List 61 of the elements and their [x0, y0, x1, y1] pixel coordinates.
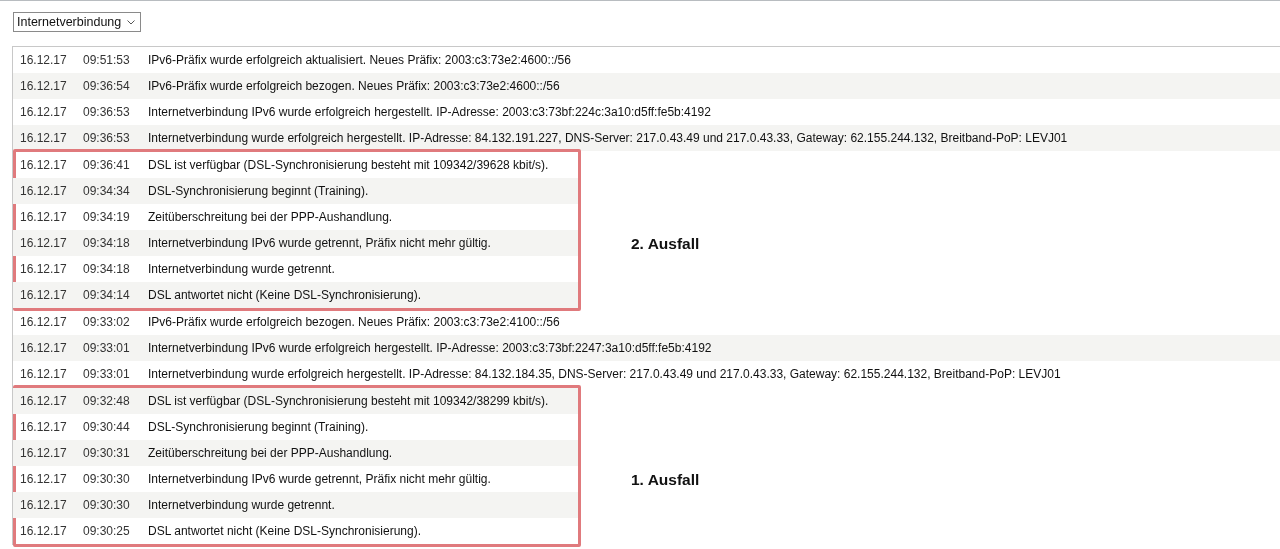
log-message: Zeitüberschreitung bei der PPP-Aushandlung.: [148, 446, 393, 460]
log-message: Zeitüberschreitung bei der PPP-Aushandlung.: [148, 210, 393, 224]
log-time: 09:30:44: [83, 420, 131, 434]
log-message: DSL ist verfügbar (DSL-Synchronisierung besteht mit 109342/39628 kbit/s).: [148, 158, 549, 172]
log-message: IPv6-Präfix wurde erfolgreich aktualisiert. Neues Präfix: 2003:c3:73e2:4600::/56: [148, 53, 571, 67]
filter-dropdown[interactable]: Internetverbindung: [13, 12, 142, 32]
log-date: 16.12.17: [19, 236, 68, 250]
log-message: Internetverbindung IPv6 wurde getrennt, Präfix nicht mehr gültig.: [148, 472, 491, 486]
log-time: 09:34:14: [83, 288, 131, 302]
log-date: 16.12.17: [19, 79, 68, 93]
log-date: 16.12.17: [19, 367, 68, 381]
log-date: 16.12.17: [19, 184, 68, 198]
log-time: 09:32:48: [83, 394, 131, 408]
log-date: 16.12.17: [19, 498, 68, 512]
log-time: 09:33:02: [83, 315, 131, 329]
log-date: 16.12.17: [19, 53, 68, 67]
log-time: 09:34:34: [83, 184, 131, 198]
log-date: 16.12.17: [19, 446, 68, 460]
log-message: Internetverbindung IPv6 wurde getrennt, Präfix nicht mehr gültig.: [148, 236, 491, 250]
log-time: 09:33:01: [83, 367, 131, 381]
log-date: 16.12.17: [19, 472, 68, 486]
log-time: 09:34:18: [83, 262, 131, 276]
log-date: 16.12.17: [19, 210, 68, 224]
log-time: 09:30:30: [83, 498, 131, 512]
log-message: DSL antwortet nicht (Keine DSL-Synchronisierung).: [148, 524, 422, 538]
log-time: 09:36:53: [83, 105, 131, 119]
log-time: 09:34:18: [83, 236, 131, 250]
log-date: 16.12.17: [19, 394, 68, 408]
log-message: DSL-Synchronisierung beginnt (Training).: [148, 420, 369, 434]
log-date: 16.12.17: [19, 315, 68, 329]
log-date: 16.12.17: [19, 524, 68, 538]
log-time: 09:33:01: [83, 341, 131, 355]
log-message: DSL-Synchronisierung beginnt (Training).: [148, 184, 369, 198]
log-time: 09:36:53: [83, 131, 131, 145]
log-time: 09:51:53: [83, 53, 131, 67]
caret-icon: [127, 19, 136, 25]
log-date: 16.12.17: [19, 288, 68, 302]
log-time: 09:36:41: [83, 158, 131, 172]
log-message: Internetverbindung wurde getrennt.: [148, 262, 335, 276]
log-message: Internetverbindung IPv6 wurde erfolgreich hergestellt. IP-Adresse: 2003:c3:73bf:224c:3a10:d5ff:fe5b:4192: [148, 105, 711, 119]
log-message: Internetverbindung wurde getrennt.: [148, 498, 335, 512]
log-date: 16.12.17: [19, 131, 68, 145]
log-message: Internetverbindung wurde erfolgreich hergestellt. IP-Adresse: 84.132.191.227, DNS-Server: 217.0.43.49 und 217.0.43.33, Gateway: 62.155.244.132, Breitband-PoP: LEVJ01: [148, 131, 1068, 145]
log-message: DSL antwortet nicht (Keine DSL-Synchronisierung).: [148, 288, 422, 302]
log-date: 16.12.17: [19, 420, 68, 434]
log-date: 16.12.17: [19, 105, 68, 119]
log-time: 09:36:54: [83, 79, 131, 93]
annotation-label: 1. Ausfall: [631, 471, 700, 489]
log-date: 16.12.17: [19, 262, 68, 276]
log-date: 16.12.17: [19, 158, 68, 172]
log-message: IPv6-Präfix wurde erfolgreich bezogen. Neues Präfix: 2003:c3:73e2:4100::/56: [148, 315, 560, 329]
log-message: Internetverbindung wurde erfolgreich hergestellt. IP-Adresse: 84.132.184.35, DNS-Server: 217.0.43.49 und 217.0.43.33, Gateway: 62.155.244.132, Breitband-PoP: LEVJ01: [148, 367, 1061, 381]
log-message: DSL ist verfügbar (DSL-Synchronisierung besteht mit 109342/38299 kbit/s).: [148, 394, 549, 408]
log-message: Internetverbindung IPv6 wurde erfolgreich hergestellt. IP-Adresse: 2003:c3:73bf:2247:3a10:d5ff:fe5b:4192: [148, 341, 712, 355]
log-time: 09:30:25: [83, 524, 131, 538]
log-time: 09:34:19: [83, 210, 131, 224]
log-time: 09:30:30: [83, 472, 131, 486]
annotation-label: 2. Ausfall: [631, 235, 700, 253]
log-date: 16.12.17: [19, 341, 68, 355]
log-time: 09:30:31: [83, 446, 131, 460]
log-message: IPv6-Präfix wurde erfolgreich bezogen. Neues Präfix: 2003:c3:73e2:4600::/56: [148, 79, 560, 93]
